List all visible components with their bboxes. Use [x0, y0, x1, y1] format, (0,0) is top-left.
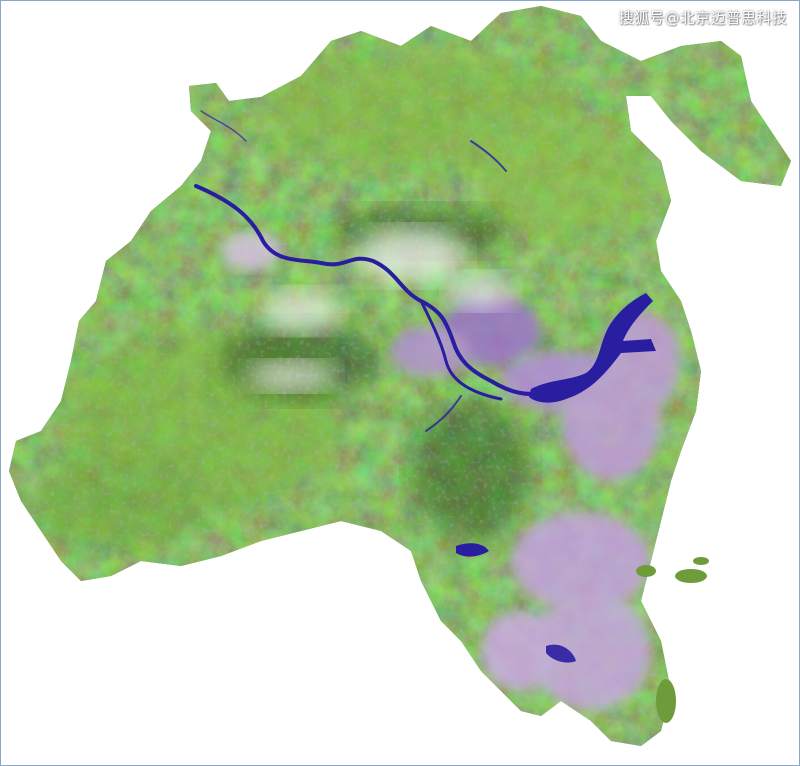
satellite-map: [9, 6, 791, 746]
map-viewport: 搜狐号@北京迈普思科技: [0, 0, 800, 766]
land-mass: [9, 6, 791, 746]
watermark-text: 搜狐号@北京迈普思科技: [618, 9, 787, 27]
